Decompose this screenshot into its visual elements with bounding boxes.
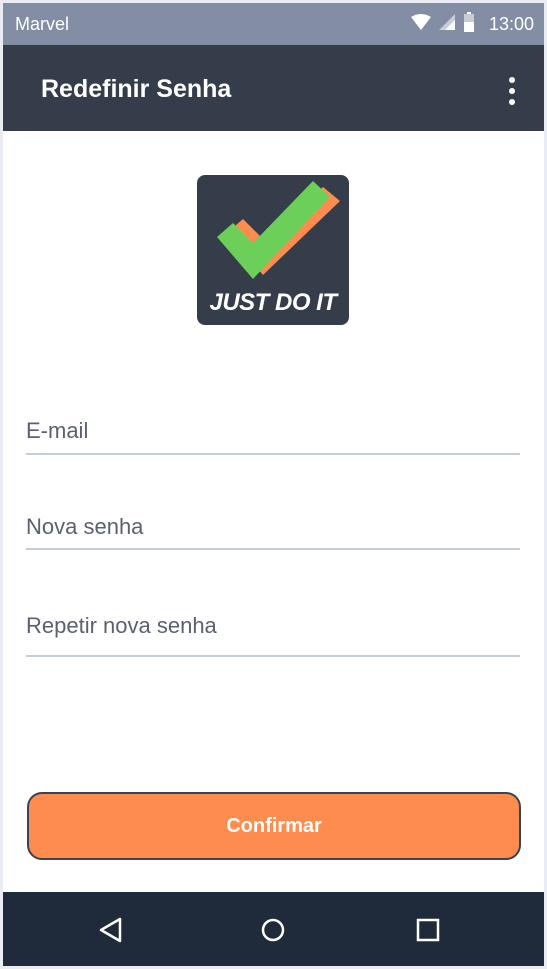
status-time: 13:00 xyxy=(488,13,534,34)
app-logo: JUST DO IT xyxy=(197,175,349,325)
app-bar: Redefinir Senha xyxy=(3,45,544,131)
new-password-input[interactable] xyxy=(26,506,520,548)
home-icon[interactable] xyxy=(251,908,295,952)
new-password-field xyxy=(26,506,520,550)
carrier-label: Marvel xyxy=(15,14,70,34)
recent-apps-icon[interactable] xyxy=(406,908,450,952)
overflow-menu-icon[interactable] xyxy=(502,77,522,105)
page-title: Redefinir Senha xyxy=(41,75,232,103)
email-input[interactable] xyxy=(26,409,520,453)
battery-icon xyxy=(463,11,475,37)
signal-icon xyxy=(438,13,455,35)
logo-text: JUST DO IT xyxy=(209,289,337,316)
checkmark-icon xyxy=(217,181,340,279)
repeat-password-field xyxy=(26,604,520,657)
device-screen: Marvel 13:00 Redefinir Senha JUST DO IT xyxy=(3,3,544,966)
repeat-password-input[interactable] xyxy=(26,604,520,648)
email-field xyxy=(26,409,520,455)
status-bar: Marvel 13:00 xyxy=(3,3,544,45)
back-icon[interactable] xyxy=(89,908,133,952)
nav-bar xyxy=(3,892,544,966)
confirm-button[interactable]: Confirmar xyxy=(27,792,521,860)
status-icons: 13:00 xyxy=(410,3,534,45)
wifi-icon xyxy=(410,13,431,35)
